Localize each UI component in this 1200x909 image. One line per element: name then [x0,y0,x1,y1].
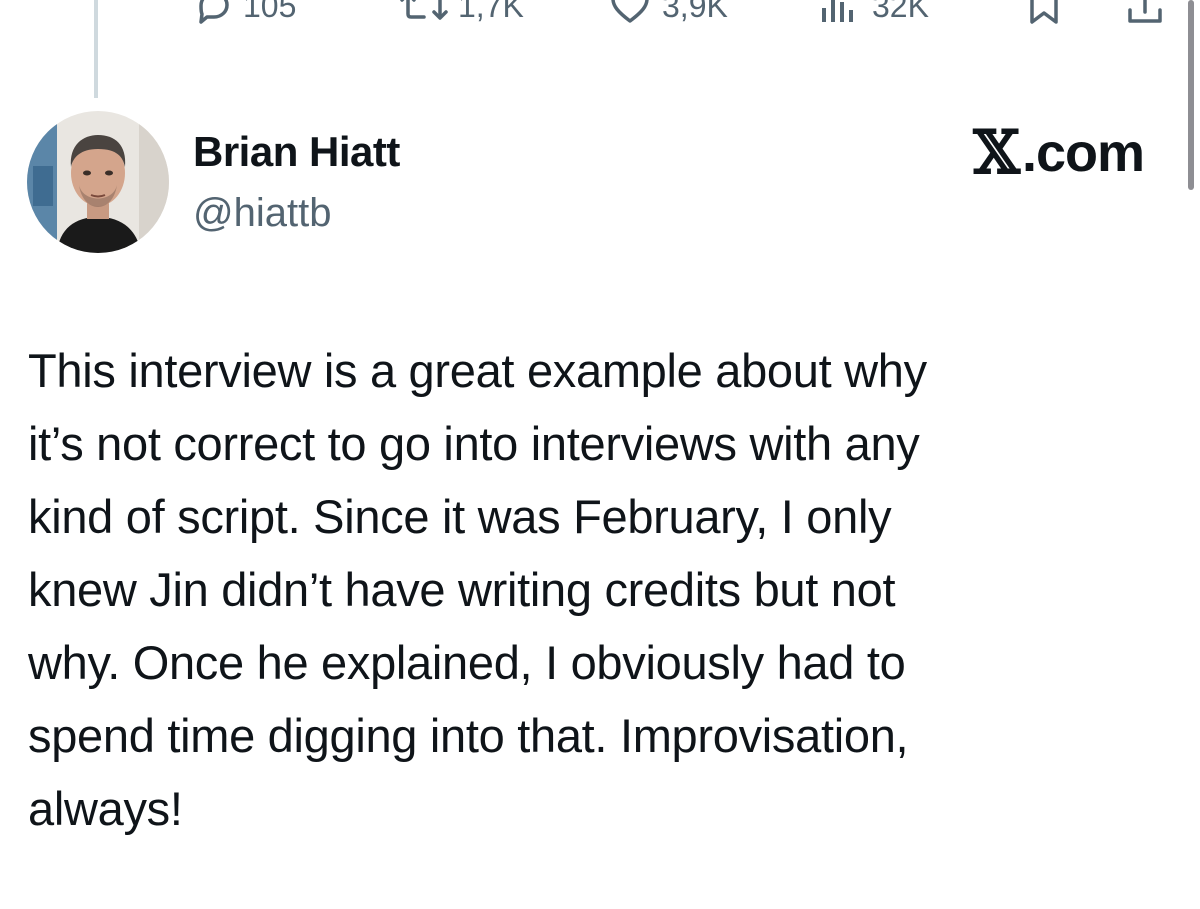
tweet-text-line: why. Once he explained, I obviously had … [28,636,906,689]
tweet-text-line: This interview is a great example about … [28,344,927,397]
tweet-text-line: it’s not correct to go into interviews w… [28,417,920,470]
like-count: 3,9K [662,0,728,24]
reply-button[interactable]: 105 [193,0,296,30]
author-handle[interactable]: @hiattb [193,185,331,241]
tweet-text-line: knew Jin didn’t have writing credits but… [28,563,896,616]
share-icon [1128,0,1162,23]
author-avatar[interactable] [27,111,169,253]
bookmark-button[interactable] [1024,0,1064,30]
views-button[interactable]: 32K [818,0,929,30]
x-logo-icon: 𝕏 [973,118,1020,188]
reply-count: 105 [243,0,297,24]
tweet-text: This interview is a great example about … [28,334,1158,845]
tweet-text-line: kind of script. Since it was February, I… [28,490,892,543]
retweet-icon [400,0,448,20]
source-x-com-label: 𝕏 .com [973,118,1145,188]
repost-button[interactable]: 1,7K [396,0,524,30]
like-button[interactable]: 3,9K [608,0,728,30]
views-count: 32K [872,0,929,24]
share-button[interactable] [1124,0,1166,30]
author-name[interactable]: Brian Hiatt [193,124,400,180]
tweet-text-line: always! [28,782,183,835]
heart-icon [611,0,649,23]
avatar-photo [27,111,169,253]
source-domain: .com [1021,123,1145,183]
scrollbar[interactable] [1188,0,1194,190]
tweet-action-bar: 105 1,7K 3,9K 32K [0,0,1200,30]
views-icon [822,0,853,22]
tweet-text-line: spend time digging into that. Improvisat… [28,709,909,762]
bookmark-icon [1030,0,1058,24]
repost-count: 1,7K [458,0,524,24]
comment-icon [199,0,229,24]
